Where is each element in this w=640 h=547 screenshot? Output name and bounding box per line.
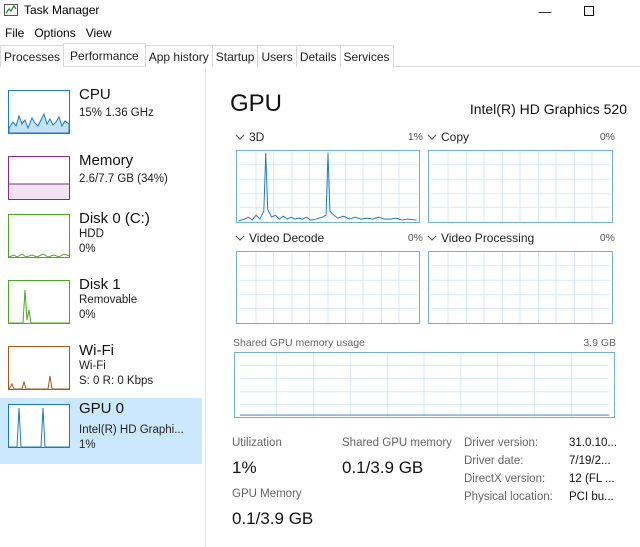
sidebar-item-label: GPU 0 xyxy=(79,400,125,417)
tab-strip: Processes Performance App history Startu… xyxy=(0,43,640,67)
disk-graph-icon xyxy=(8,214,70,258)
sidebar-item-gpu-0[interactable]: GPU 0 Intel(R) HD Graphi... 1% xyxy=(0,398,202,464)
sidebar-item-label: CPU xyxy=(79,86,111,103)
maximize-icon xyxy=(584,6,594,16)
sidebar-item-detail: 15% 1.36 GHz xyxy=(79,107,154,119)
sidebar-item-wifi[interactable]: Wi-Fi Wi-Fi S: 0 R: 0 Kbps xyxy=(0,340,202,406)
menu-options[interactable]: Options xyxy=(29,24,80,42)
shared-memory-graph-label: Shared GPU memory usage xyxy=(233,337,365,349)
sidebar-item-usage: 0% xyxy=(79,243,96,255)
menu-view[interactable]: View xyxy=(81,24,117,42)
disk-graph-icon xyxy=(8,280,70,324)
gpu-memory-value: 0.1/3.9 GB xyxy=(232,509,314,528)
minimize-icon: — xyxy=(538,3,552,19)
shared-memory-label: Shared GPU memory xyxy=(342,437,452,449)
sidebar-item-disk-1[interactable]: Disk 1 Removable 0% xyxy=(0,274,202,340)
engine-graph-copy xyxy=(428,150,613,223)
engine-selector-video-processing[interactable]: Video Processing xyxy=(441,231,534,245)
chevron-down-icon[interactable] xyxy=(235,133,245,141)
tab-services[interactable]: Services xyxy=(339,45,394,67)
gpu-memory-label: GPU Memory xyxy=(232,488,302,500)
tab-details[interactable]: Details xyxy=(295,45,341,67)
engine-percent: 0% xyxy=(599,131,615,143)
shared-memory-value: 0.1/3.9 GB xyxy=(342,458,424,477)
minimize-button[interactable]: — xyxy=(522,0,568,22)
resource-sidebar: CPU 15% 1.36 GHz Memory 2.6/7.7 GB (34%)… xyxy=(0,68,206,547)
directx-version-label: DirectX version: xyxy=(464,473,546,485)
physical-location-value: PCI bu... xyxy=(569,491,614,503)
shared-memory-graph xyxy=(234,352,615,418)
tab-users[interactable]: Users xyxy=(257,45,297,67)
gpu-detail-panel: GPU Intel(R) HD Graphics 520 3D 1% Copy … xyxy=(207,68,640,547)
utilization-label: Utilization xyxy=(232,437,282,449)
tab-performance[interactable]: Performance xyxy=(63,43,146,66)
shared-memory-max: 3.9 GB xyxy=(583,337,616,349)
engine-percent: 1% xyxy=(407,131,423,143)
driver-version-label: Driver version: xyxy=(464,437,539,449)
engine-graph-video-processing xyxy=(428,251,613,324)
sidebar-item-cpu[interactable]: CPU 15% 1.36 GHz xyxy=(0,84,202,150)
chevron-down-icon[interactable] xyxy=(427,133,437,141)
sidebar-item-label: Wi-Fi xyxy=(79,342,114,359)
sidebar-item-usage: 0% xyxy=(79,309,96,321)
engine-percent: 0% xyxy=(407,232,423,244)
title-bar: Task Manager — xyxy=(0,0,640,22)
engine-selector-3d[interactable]: 3D xyxy=(249,130,264,144)
window-title: Task Manager xyxy=(24,3,100,17)
engine-percent: 0% xyxy=(599,232,615,244)
sidebar-item-disk-0[interactable]: Disk 0 (C:) HDD 0% xyxy=(0,208,202,274)
network-graph-icon xyxy=(8,346,70,390)
sidebar-item-usage: S: 0 R: 0 Kbps xyxy=(79,375,154,387)
gpu-model-name: Intel(R) HD Graphics 520 xyxy=(469,101,627,117)
sidebar-item-detail: Intel(R) HD Graphi... xyxy=(79,424,184,436)
chevron-down-icon[interactable] xyxy=(235,234,245,242)
driver-date-value: 7/19/2... xyxy=(569,455,611,467)
maximize-button[interactable] xyxy=(566,0,612,22)
driver-version-value: 31.0.10... xyxy=(569,437,617,449)
tab-processes[interactable]: Processes xyxy=(0,45,65,67)
sidebar-item-label: Disk 1 xyxy=(79,276,121,293)
engine-selector-video-decode[interactable]: Video Decode xyxy=(249,231,324,245)
memory-graph-icon xyxy=(8,156,70,200)
gpu-graph-icon xyxy=(8,404,70,448)
sidebar-item-detail: Removable xyxy=(79,294,138,306)
engine-graph-video-decode xyxy=(236,251,420,324)
engine-selector-copy[interactable]: Copy xyxy=(441,130,469,144)
engine-graph-3d xyxy=(236,150,420,223)
driver-date-label: Driver date: xyxy=(464,455,524,467)
sidebar-item-detail: HDD xyxy=(79,228,104,240)
sidebar-item-detail: 2.6/7.7 GB (34%) xyxy=(79,173,168,185)
sidebar-item-label: Disk 0 (C:) xyxy=(79,210,150,227)
physical-location-label: Physical location: xyxy=(464,491,553,503)
page-title: GPU xyxy=(230,90,283,117)
menu-file[interactable]: File xyxy=(0,24,29,42)
menu-bar: File Options View xyxy=(0,24,117,42)
sidebar-item-memory[interactable]: Memory 2.6/7.7 GB (34%) xyxy=(0,150,202,216)
sidebar-item-label: Memory xyxy=(79,152,134,169)
tab-app-history[interactable]: App history xyxy=(144,45,213,67)
cpu-graph-icon xyxy=(8,90,70,134)
sidebar-item-detail: Wi-Fi xyxy=(79,360,106,372)
chevron-down-icon[interactable] xyxy=(427,234,437,242)
tab-startup[interactable]: Startup xyxy=(211,45,259,67)
directx-version-value: 12 (FL ... xyxy=(569,473,615,485)
task-manager-icon xyxy=(4,4,18,16)
sidebar-item-usage: 1% xyxy=(79,439,96,451)
utilization-value: 1% xyxy=(232,458,257,477)
